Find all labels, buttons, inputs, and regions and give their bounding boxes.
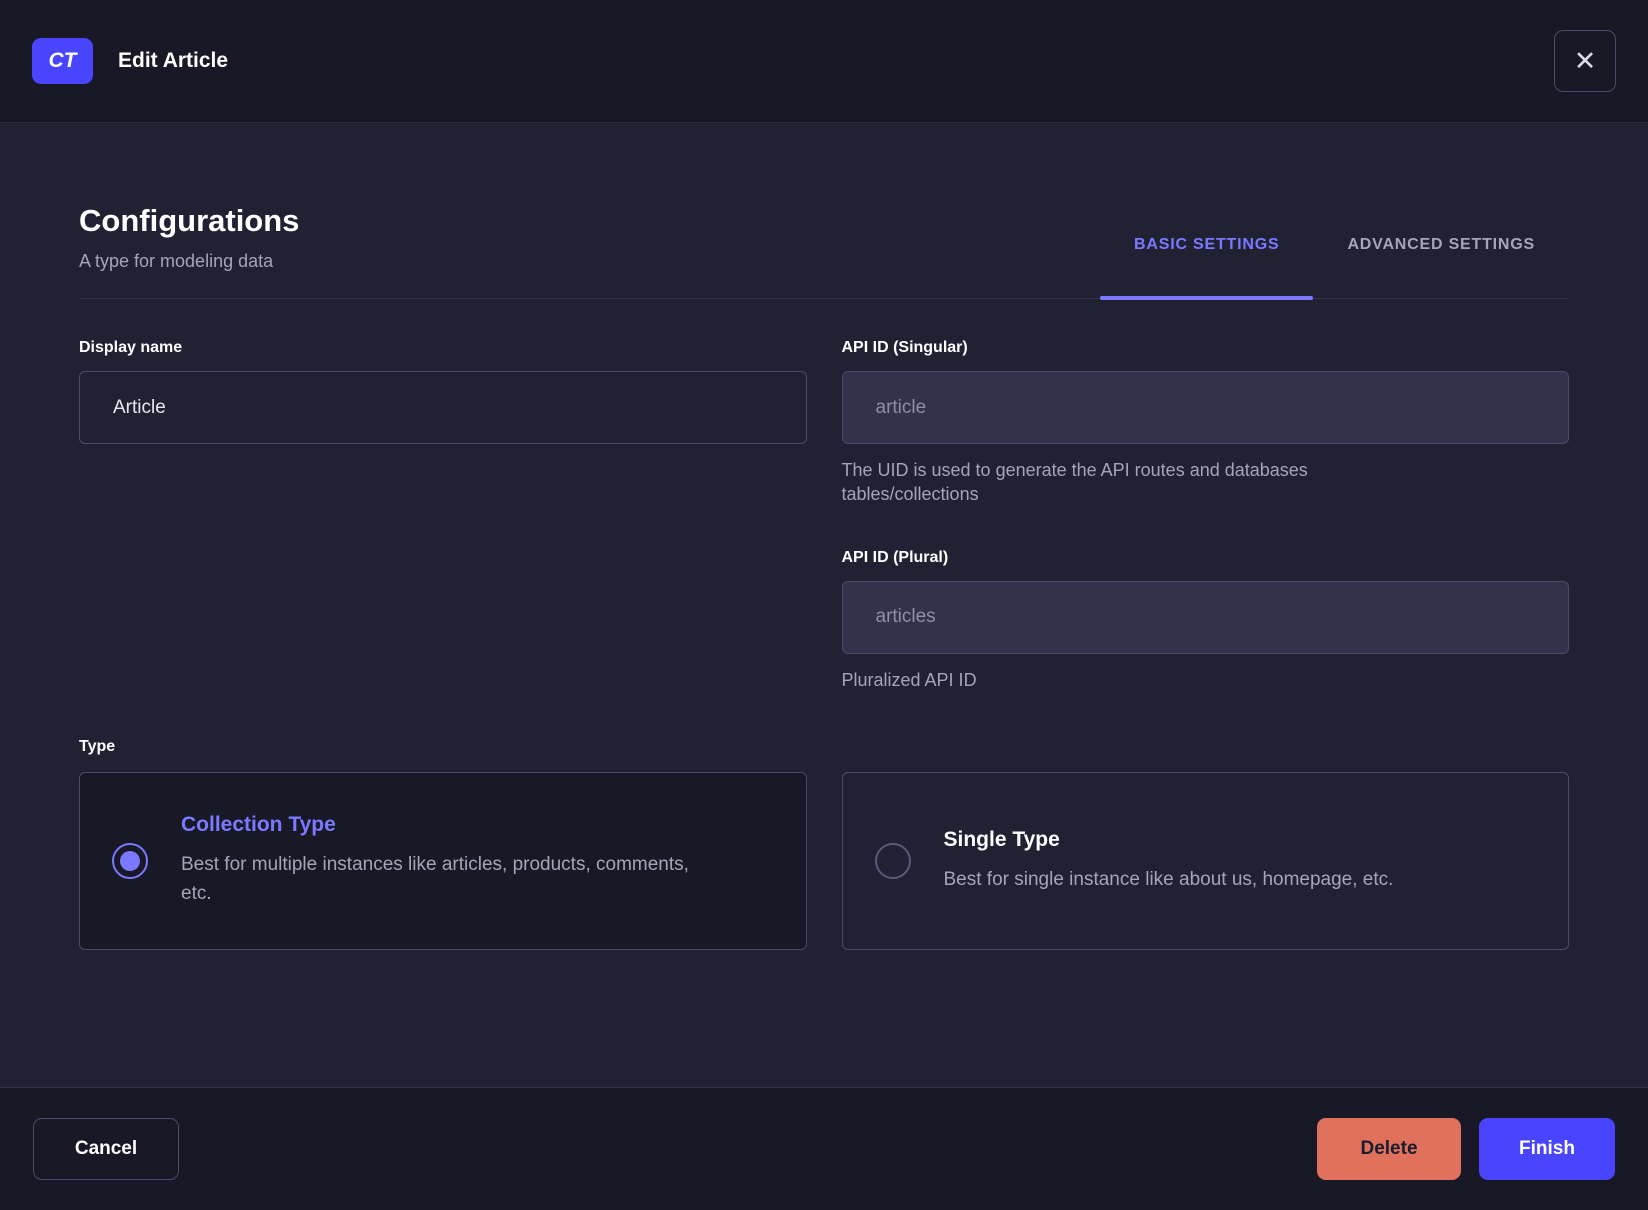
modal-header: CT Edit Article ✕: [0, 0, 1648, 123]
api-id-singular-hint: The UID is used to generate the API rout…: [841, 460, 1308, 505]
configuration-form: Display name API ID (Singular) The UID i…: [79, 339, 1569, 692]
page-subtitle: A type for modeling data: [79, 251, 274, 271]
collection-type-description: Best for multiple instances like article…: [181, 853, 689, 905]
api-id-singular-input: [841, 371, 1569, 444]
type-options: Collection Type Best for multiple instan…: [79, 771, 1569, 950]
single-type-texts: Single Type Best for single instance lik…: [944, 828, 1394, 894]
settings-tabs: BASIC SETTINGS ADVANCED SETTINGS: [1100, 236, 1569, 300]
edit-content-type-modal: CT Edit Article ✕ Configurations A type …: [0, 0, 1648, 1210]
collection-type-title: Collection Type: [181, 812, 336, 836]
modal-title: Edit Article: [118, 49, 229, 72]
collection-type-texts: Collection Type Best for multiple instan…: [181, 813, 701, 909]
content-type-badge-icon: CT: [32, 38, 93, 84]
radio-selected-dot-icon: [120, 850, 140, 871]
cancel-button[interactable]: Cancel: [33, 1118, 179, 1180]
type-section: Type Collection Type Best for multiple i…: [79, 738, 1569, 950]
close-button[interactable]: ✕: [1554, 30, 1616, 92]
modal-footer: Cancel Delete Finish: [0, 1087, 1648, 1210]
close-icon: ✕: [1573, 45, 1597, 76]
display-name-input[interactable]: [79, 371, 807, 444]
api-id-plural-hint: Pluralized API ID: [841, 669, 977, 690]
tab-basic-settings[interactable]: BASIC SETTINGS: [1100, 236, 1314, 300]
collection-type-radio[interactable]: [112, 842, 148, 879]
api-id-plural-label: API ID (Plural): [841, 548, 949, 566]
finish-button[interactable]: Finish: [1479, 1118, 1615, 1180]
title-and-tabs-row: Configurations A type for modeling data …: [79, 203, 1569, 300]
api-id-singular-field-group: API ID (Singular) The UID is used to gen…: [841, 339, 1569, 507]
title-block: Configurations A type for modeling data: [79, 203, 299, 298]
type-option-single[interactable]: Single Type Best for single instance lik…: [841, 771, 1569, 950]
delete-button[interactable]: Delete: [1317, 1118, 1461, 1180]
api-id-plural-field-group: API ID (Plural) Pluralized API ID: [841, 548, 1569, 692]
single-type-description: Best for single instance like about us, …: [943, 868, 1394, 890]
type-label: Type: [79, 737, 116, 755]
page-title: Configurations: [79, 203, 300, 238]
display-name-label: Display name: [79, 339, 183, 356]
type-option-collection[interactable]: Collection Type Best for multiple instan…: [79, 771, 807, 950]
single-type-title: Single Type: [943, 827, 1060, 851]
modal-body: Configurations A type for modeling data …: [0, 123, 1648, 1087]
tab-advanced-settings[interactable]: ADVANCED SETTINGS: [1313, 236, 1569, 298]
display-name-field-group: Display name: [79, 339, 807, 507]
api-id-plural-input: [841, 580, 1569, 654]
single-type-radio[interactable]: [874, 842, 911, 879]
api-id-singular-label: API ID (Singular): [841, 339, 968, 356]
